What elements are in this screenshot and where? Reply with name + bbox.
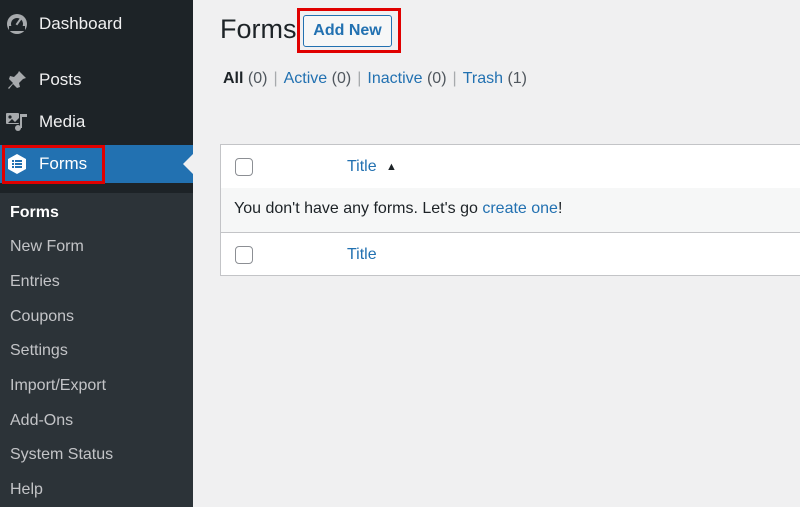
submenu-item-settings[interactable]: Settings (10, 341, 68, 361)
select-all-checkbox-footer[interactable] (235, 246, 253, 264)
column-title-footer[interactable]: Title (347, 246, 377, 264)
menu-item-dashboard[interactable]: Dashboard (0, 5, 193, 43)
submenu-item-add-ons[interactable]: Add-Ons (10, 411, 73, 431)
submenu-item-coupons[interactable]: Coupons (10, 307, 74, 327)
dashboard-icon (5, 12, 29, 36)
submenu-item-system-status[interactable]: System Status (10, 445, 113, 465)
menu-label-media: Media (39, 112, 86, 131)
create-one-link[interactable]: create one (482, 200, 558, 217)
submenu-item-forms[interactable]: Forms (10, 203, 59, 223)
submenu-item-new-form[interactable]: New Form (10, 237, 84, 257)
empty-state-text: You don't have any forms. Let's go (234, 200, 483, 217)
filter-active[interactable]: Active (284, 70, 328, 87)
forms-menu-highlight (2, 145, 105, 184)
submenu-item-import-export[interactable]: Import/Export (10, 376, 106, 396)
filter-all[interactable]: All (223, 70, 243, 87)
sort-ascending-icon: ▲ (386, 161, 397, 173)
menu-item-media[interactable]: Media (0, 103, 193, 141)
forms-table: Title ▲ You don't have any forms. Let's … (220, 144, 800, 276)
column-title-header[interactable]: Title (347, 158, 377, 176)
table-header-row: Title ▲ (221, 145, 800, 189)
table-footer-row: Title (221, 233, 800, 276)
filter-trash-count: (1) (507, 70, 528, 87)
add-new-highlight (297, 8, 401, 53)
admin-sidebar: Dashboard Posts Media Forms Forms New Fo… (0, 0, 193, 507)
submenu-item-entries[interactable]: Entries (10, 272, 60, 292)
select-all-checkbox[interactable] (235, 158, 253, 176)
submenu-item-help[interactable]: Help (10, 480, 43, 500)
page-title: Forms (220, 14, 297, 44)
filter-trash[interactable]: Trash (463, 70, 503, 87)
filter-separator: | (357, 70, 362, 87)
empty-state-message: You don't have any forms. Let's go creat… (234, 200, 562, 218)
menu-item-posts[interactable]: Posts (0, 61, 193, 99)
forms-submenu: Forms New Form Entries Coupons Settings … (0, 193, 193, 507)
menu-label-dashboard: Dashboard (39, 14, 123, 33)
filter-separator: | (452, 70, 457, 87)
pin-icon (5, 68, 29, 92)
filter-inactive[interactable]: Inactive (367, 70, 422, 87)
menu-label-posts: Posts (39, 70, 82, 89)
status-filters: All (0) | Active (0) | Inactive (0) | Trash (1… (223, 70, 527, 88)
filter-inactive-count: (0) (426, 70, 447, 87)
empty-state-suffix: ! (557, 200, 563, 217)
media-icon (5, 110, 29, 134)
filter-separator: | (273, 70, 278, 87)
filter-active-count: (0) (331, 70, 352, 87)
filter-all-count: (0) (247, 70, 268, 87)
empty-state-row: You don't have any forms. Let's go creat… (221, 188, 800, 233)
